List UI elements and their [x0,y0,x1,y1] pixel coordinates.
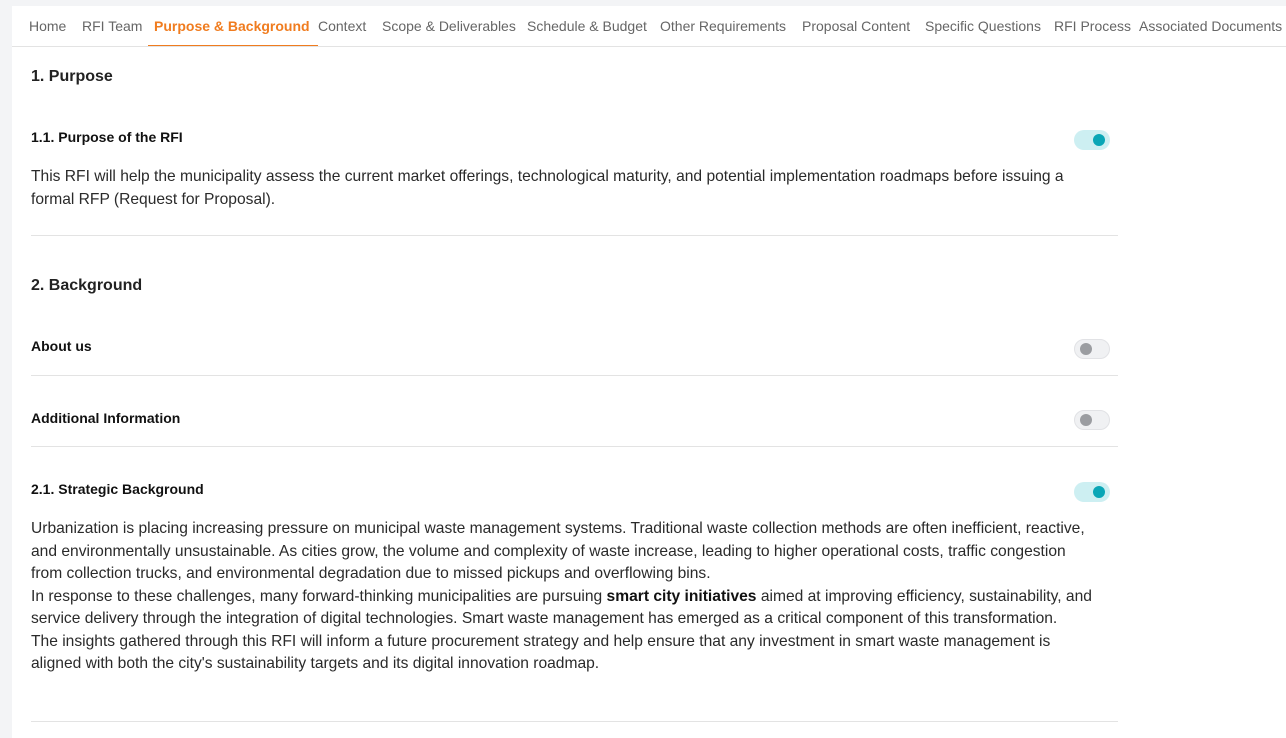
strategic-background-toggle[interactable] [1074,482,1110,502]
about-us-toggle[interactable] [1074,339,1110,359]
tab-bar: Home RFI Team Purpose & Background Conte… [12,6,1286,47]
tab-associated-documents[interactable]: Associated Documents [1139,6,1282,46]
background-heading: 2. Background [31,277,143,294]
tab-rfi-team[interactable]: RFI Team [82,6,142,46]
toggle-knob [1093,486,1105,498]
tab-context[interactable]: Context [318,6,366,46]
purpose-of-rfi-toggle[interactable] [1074,130,1110,150]
strategic-paragraph-3: The insights gathered through this RFI w… [31,632,1051,673]
purpose-of-rfi-text: This RFI will help the municipality asse… [31,168,1064,208]
toggle-knob [1080,343,1092,355]
tab-specific-questions[interactable]: Specific Questions [925,6,1041,46]
tab-schedule-budget[interactable]: Schedule & Budget [527,6,647,46]
tab-purpose-background[interactable]: Purpose & Background [148,6,318,46]
strategic-background-text: Urbanization is placing increasing press… [31,518,1101,676]
purpose-heading: 1. Purpose [31,68,113,85]
divider [31,375,1118,376]
divider [31,235,1118,236]
main-panel: Home RFI Team Purpose & Background Conte… [12,6,1286,738]
additional-information-toggle[interactable] [1074,410,1110,430]
strategic-paragraph-1: Urbanization is placing increasing press… [31,520,1085,582]
tab-proposal-content[interactable]: Proposal Content [802,6,910,46]
smart-city-initiatives-emphasis: smart city initiatives [606,587,757,605]
purpose-of-rfi-title: 1.1. Purpose of the RFI [31,129,183,145]
divider [31,446,1118,447]
strategic-background-title: 2.1. Strategic Background [31,481,204,497]
about-us-title: About us [31,338,92,354]
tab-rfi-process[interactable]: RFI Process [1054,6,1131,46]
toggle-knob [1080,414,1092,426]
toggle-knob [1093,134,1105,146]
tab-scope-deliverables[interactable]: Scope & Deliverables [382,6,516,46]
strategic-paragraph-2: In response to these challenges, many fo… [31,587,1092,628]
divider [31,721,1118,722]
tab-home[interactable]: Home [29,6,66,46]
additional-information-title: Additional Information [31,410,181,426]
tab-other-requirements[interactable]: Other Requirements [660,6,786,46]
